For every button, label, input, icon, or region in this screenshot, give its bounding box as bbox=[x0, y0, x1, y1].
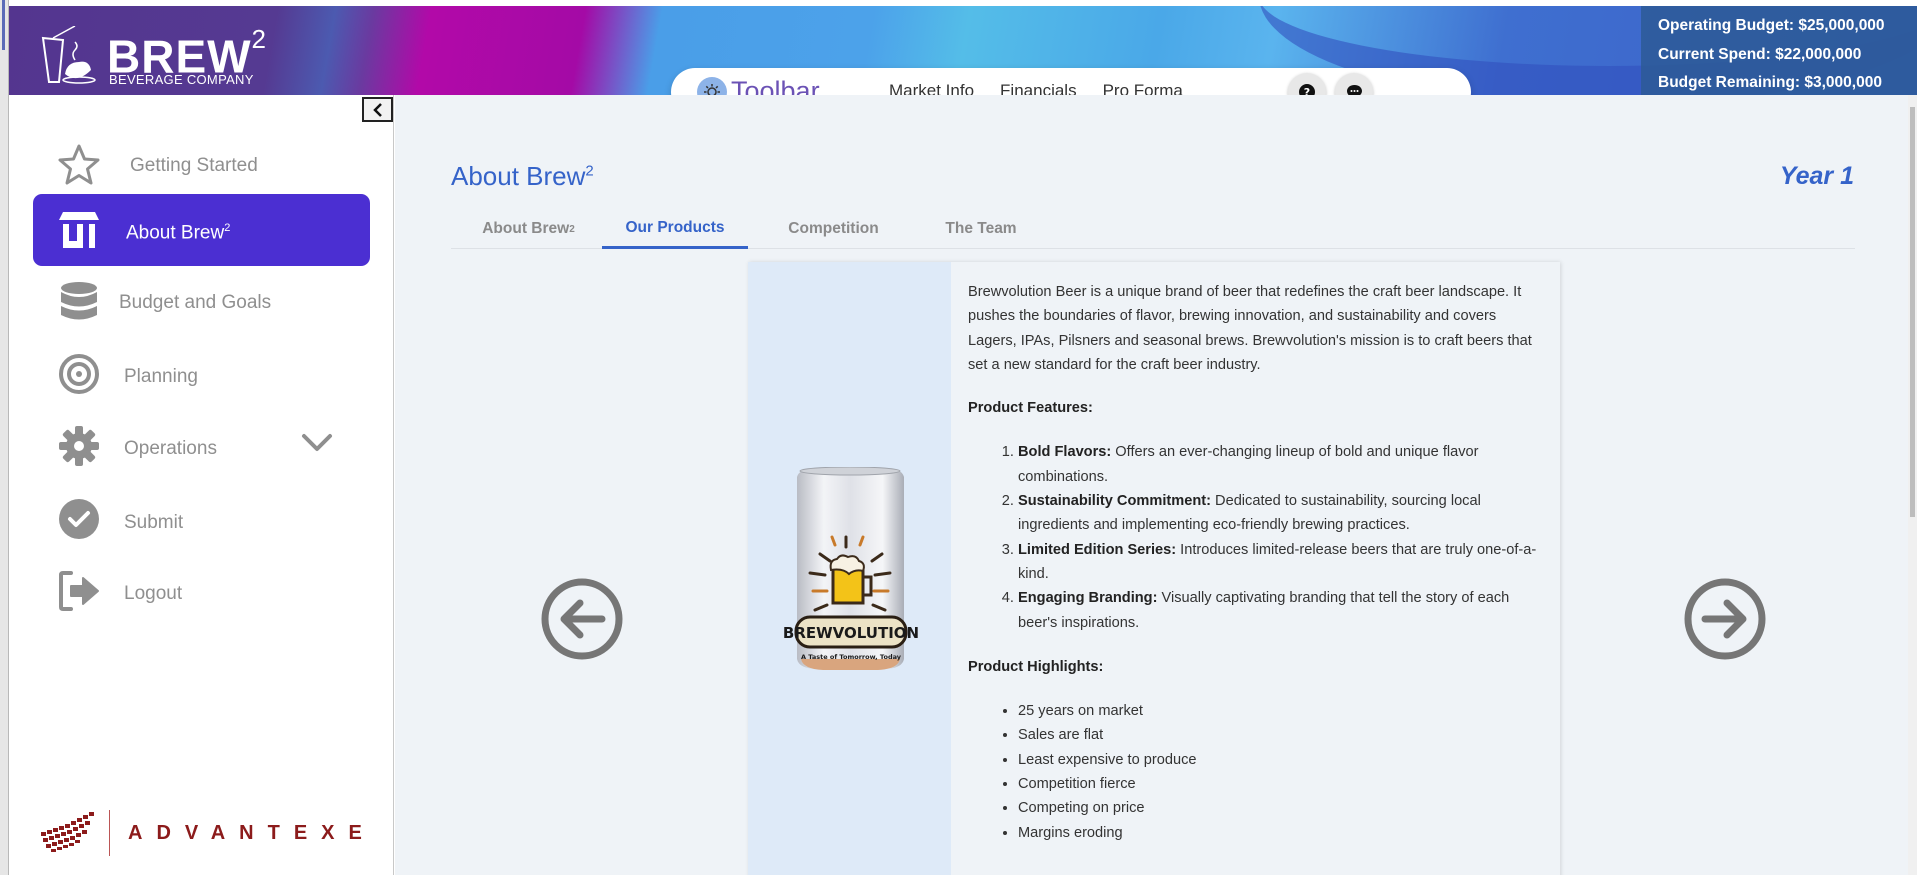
sidebar-collapse-button[interactable] bbox=[362, 97, 393, 122]
product-image-panel: BREWVOLUTION A Taste of Tomorrow, Today bbox=[748, 262, 951, 875]
feature-item: Bold Flavors: Offers an ever-changing li… bbox=[1018, 440, 1543, 489]
advantexe-wordmark: ADVANTEXE bbox=[128, 821, 376, 844]
feature-item: Limited Edition Series: Introduces limit… bbox=[1018, 538, 1543, 587]
store-icon bbox=[57, 208, 101, 252]
brand-superscript: 2 bbox=[251, 24, 268, 54]
features-list: Bold Flavors: Offers an ever-changing li… bbox=[968, 440, 1543, 634]
sidebar-item-label: Logout bbox=[124, 583, 183, 604]
can-brand-text: BREWVOLUTION bbox=[783, 624, 918, 642]
sidebar-item-operations[interactable]: Operations bbox=[33, 410, 370, 482]
can-tagline-text: A Taste of Tomorrow, Today bbox=[801, 653, 902, 661]
beer-can-image: BREWVOLUTION A Taste of Tomorrow, Today bbox=[783, 467, 918, 670]
budget-summary: Operating Budget: $25,000,000 Current Sp… bbox=[1641, 6, 1917, 95]
tab-our-products[interactable]: Our Products bbox=[602, 209, 748, 249]
sidebar-item-label-text: About Brew bbox=[126, 222, 225, 244]
highlights-heading: Product Highlights: bbox=[968, 658, 1104, 675]
operating-budget: Operating Budget: $25,000,000 bbox=[1658, 17, 1885, 34]
sidebar-item-label: Planning bbox=[124, 366, 198, 387]
tab-label: The Team bbox=[945, 220, 1017, 237]
glass-cup-logo-icon bbox=[41, 26, 96, 84]
page-title: About Brew2 bbox=[451, 161, 594, 192]
page-title-text: About Brew bbox=[451, 161, 586, 191]
carousel-next-button[interactable] bbox=[1683, 577, 1767, 661]
product-card: BREWVOLUTION A Taste of Tomorrow, Today … bbox=[748, 262, 1560, 875]
advantexe-divider bbox=[109, 810, 110, 856]
highlight-item: Sales are flat bbox=[1018, 723, 1543, 747]
sidebar-item-getting-started[interactable]: Getting Started bbox=[33, 129, 370, 201]
feature-title: Sustainability Commitment: bbox=[1018, 493, 1211, 510]
page-title-sup: 2 bbox=[585, 162, 594, 180]
page-scrollbar[interactable] bbox=[1908, 95, 1917, 875]
feature-title: Limited Edition Series: bbox=[1018, 541, 1177, 558]
tab-about-brew[interactable]: About Brew 2 bbox=[451, 209, 606, 249]
sidebar: Getting Started About Brew2 Budget and G… bbox=[9, 95, 394, 875]
sidebar-item-sup: 2 bbox=[224, 222, 231, 234]
highlight-item: Margins eroding bbox=[1018, 821, 1543, 845]
tab-bar: About Brew 2 Our Products Competition The… bbox=[451, 209, 1855, 249]
arrow-left-circle-icon bbox=[541, 578, 623, 660]
year-indicator: Year 1 bbox=[1779, 162, 1854, 190]
tab-sup: 2 bbox=[569, 223, 575, 235]
tab-label: About Brew bbox=[482, 220, 570, 237]
star-icon bbox=[57, 143, 101, 187]
chevron-left-icon bbox=[372, 102, 382, 117]
scrollbar-thumb[interactable] bbox=[1910, 107, 1915, 517]
check-circle-icon bbox=[57, 497, 101, 541]
chevron-down-icon[interactable] bbox=[301, 432, 333, 460]
product-description: Brewvolution Beer is a unique brand of b… bbox=[968, 284, 1532, 373]
sidebar-item-label: Submit bbox=[124, 512, 184, 533]
sidebar-item-planning[interactable]: Planning bbox=[33, 338, 370, 410]
highlight-item: Competition fierce bbox=[1018, 772, 1543, 796]
budget-remaining: Budget Remaining: $3,000,000 bbox=[1658, 74, 1882, 91]
sidebar-item-label: Operations bbox=[124, 438, 217, 459]
brand-subtitle: BEVERAGE COMPANY bbox=[109, 72, 254, 87]
advantexe-logo: ADVANTEXE bbox=[37, 810, 376, 856]
window-edge bbox=[0, 0, 9, 875]
sidebar-item-logout[interactable]: Logout bbox=[33, 555, 370, 627]
arrow-right-circle-icon bbox=[1684, 578, 1766, 660]
sidebar-item-label: Budget and Goals bbox=[119, 292, 272, 313]
highlights-list: 25 years on market Sales are flat Least … bbox=[968, 699, 1543, 845]
sidebar-item-budget-and-goals[interactable]: Budget and Goals bbox=[33, 266, 370, 338]
database-icon bbox=[57, 280, 101, 324]
highlight-item: Competing on price bbox=[1018, 796, 1543, 820]
tab-label: Our Products bbox=[625, 218, 725, 236]
tab-competition[interactable]: Competition bbox=[756, 209, 911, 249]
sidebar-item-label: Getting Started bbox=[130, 155, 258, 176]
window-edge-accent bbox=[2, 0, 5, 50]
main-content: About Brew2 Year 1 About Brew 2 Our Produ… bbox=[395, 95, 1913, 875]
advantexe-mark-icon bbox=[41, 812, 94, 852]
logout-icon bbox=[57, 569, 101, 613]
feature-item: Sustainability Commitment: Dedicated to … bbox=[1018, 489, 1543, 538]
target-icon bbox=[57, 352, 101, 396]
highlight-item: Least expensive to produce bbox=[1018, 748, 1543, 772]
features-heading: Product Features: bbox=[968, 400, 1093, 417]
tab-label: Competition bbox=[788, 220, 879, 237]
feature-item: Engaging Branding: Visually captivating … bbox=[1018, 586, 1543, 635]
carousel-prev-button[interactable] bbox=[540, 577, 624, 661]
current-spend: Current Spend: $22,000,000 bbox=[1658, 45, 1862, 63]
feature-title: Engaging Branding: bbox=[1018, 590, 1158, 607]
highlight-item: 25 years on market bbox=[1018, 699, 1543, 723]
gear-icon bbox=[57, 424, 101, 468]
sidebar-item-about-brew[interactable]: About Brew2 bbox=[33, 194, 370, 266]
product-description-panel: Brewvolution Beer is a unique brand of b… bbox=[968, 280, 1543, 845]
sidebar-item-submit[interactable]: Submit bbox=[33, 483, 370, 555]
tab-the-team[interactable]: The Team bbox=[911, 209, 1051, 249]
feature-title: Bold Flavors: bbox=[1018, 444, 1112, 461]
sidebar-item-label: About Brew2 bbox=[126, 222, 230, 244]
